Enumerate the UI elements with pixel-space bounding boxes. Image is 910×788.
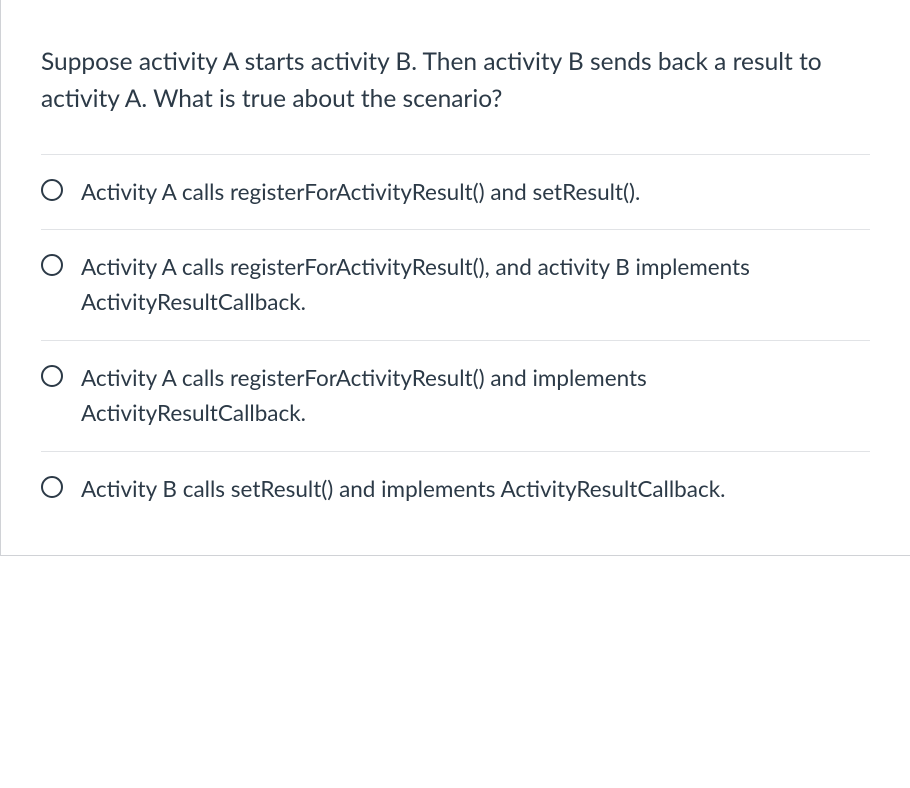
question-text: Suppose activity A starts activity B. Th… [1,0,910,154]
radio-input[interactable] [41,365,63,387]
option-row[interactable]: Activity A calls registerForActivityResu… [41,340,870,451]
options-list: Activity A calls registerForActivityResu… [1,154,910,555]
radio-input[interactable] [41,476,63,498]
question-card: Suppose activity A starts activity B. Th… [0,0,910,556]
option-label[interactable]: Activity A calls registerForActivityResu… [81,175,640,210]
option-row[interactable]: Activity A calls registerForActivityResu… [41,154,870,230]
option-label[interactable]: Activity B calls setResult() and impleme… [81,472,725,507]
radio-input[interactable] [41,254,63,276]
radio-input[interactable] [41,179,63,201]
option-label[interactable]: Activity A calls registerForActivityResu… [81,361,870,431]
option-row[interactable]: Activity A calls registerForActivityResu… [41,229,870,340]
option-label[interactable]: Activity A calls registerForActivityResu… [81,250,870,320]
option-row[interactable]: Activity B calls setResult() and impleme… [41,451,870,527]
